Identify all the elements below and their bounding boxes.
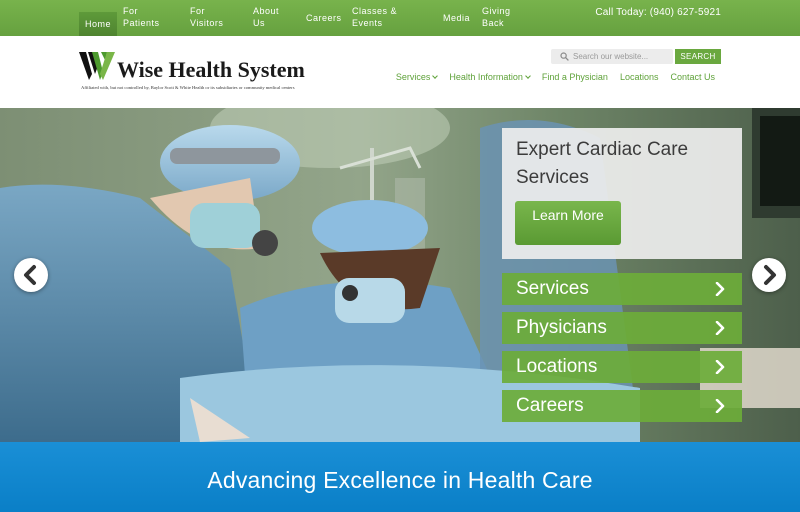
logo[interactable]: Wise Health System Affiliated with, but …	[79, 52, 329, 92]
search-input[interactable]	[573, 50, 668, 63]
search-icon	[560, 52, 569, 61]
tagline: Advancing Excellence in Health Care	[207, 467, 593, 493]
logo-text: Wise Health System	[117, 57, 305, 82]
top-nav-classes-events[interactable]: Classes & Events	[346, 0, 437, 36]
tagline-banner: Advancing Excellence in Health Care	[0, 442, 800, 512]
main-nav: Services Health Information Find a Physi…	[390, 72, 721, 82]
chevron-right-icon	[715, 282, 725, 296]
chevron-right-icon	[715, 321, 725, 335]
slider-prev-button[interactable]	[14, 258, 48, 292]
nav-health-information[interactable]: Health Information	[443, 72, 536, 82]
top-nav-for-patients[interactable]: For Patients	[117, 0, 184, 36]
chevron-left-icon	[24, 265, 36, 285]
quick-link-careers[interactable]: Careers	[502, 390, 742, 422]
top-nav-for-visitors[interactable]: For Visitors	[184, 0, 247, 36]
search-button[interactable]: SEARCH	[675, 49, 721, 64]
chevron-down-icon	[432, 72, 439, 79]
quick-link-locations[interactable]: Locations	[502, 351, 742, 383]
feature-panel: Expert Cardiac Care Services Learn More	[502, 128, 742, 259]
logo-mark-icon	[79, 52, 115, 80]
nav-services[interactable]: Services	[390, 72, 444, 82]
top-nav-about-us[interactable]: About Us	[247, 0, 300, 36]
nav-find-a-physician[interactable]: Find a Physician	[536, 72, 614, 82]
top-nav-media[interactable]: Media	[437, 0, 476, 36]
chevron-down-icon	[525, 72, 531, 79]
chevron-right-icon	[715, 399, 725, 413]
nav-services-label: Services	[395, 72, 431, 82]
site-header: Wise Health System Affiliated with, but …	[0, 36, 800, 108]
quick-link-label: Careers	[516, 395, 584, 416]
nav-locations[interactable]: Locations	[614, 72, 665, 82]
top-nav: Home For Patients For Visitors About Us …	[79, 0, 517, 36]
top-nav-home[interactable]: Home	[79, 12, 118, 36]
feature-title: Expert Cardiac Care Services	[516, 139, 689, 188]
top-nav-giving-back[interactable]: Giving Back	[476, 0, 517, 36]
search-box	[551, 49, 673, 64]
quick-link-physicians[interactable]: Physicians	[502, 312, 742, 344]
learn-more-button[interactable]: Learn More	[515, 201, 621, 245]
nav-contact-us[interactable]: Contact Us	[664, 72, 721, 82]
top-bar: Home For Patients For Visitors About Us …	[0, 0, 800, 36]
quick-link-label: Services	[516, 278, 589, 299]
top-nav-careers[interactable]: Careers	[300, 0, 346, 36]
hero-slider: Expert Cardiac Care Services Learn More …	[0, 108, 800, 442]
quick-link-services[interactable]: Services	[502, 273, 742, 305]
call-today-phone[interactable]: Call Today: (940) 627-5921	[595, 7, 721, 18]
quick-link-label: Locations	[516, 356, 598, 377]
chevron-right-icon	[764, 265, 776, 285]
slider-next-button[interactable]	[752, 258, 786, 292]
chevron-right-icon	[715, 360, 725, 374]
quick-link-label: Physicians	[516, 317, 607, 338]
nav-health-information-label: Health Information	[449, 72, 523, 82]
logo-disclaimer: Affiliated with, but not controlled by, …	[81, 85, 295, 90]
